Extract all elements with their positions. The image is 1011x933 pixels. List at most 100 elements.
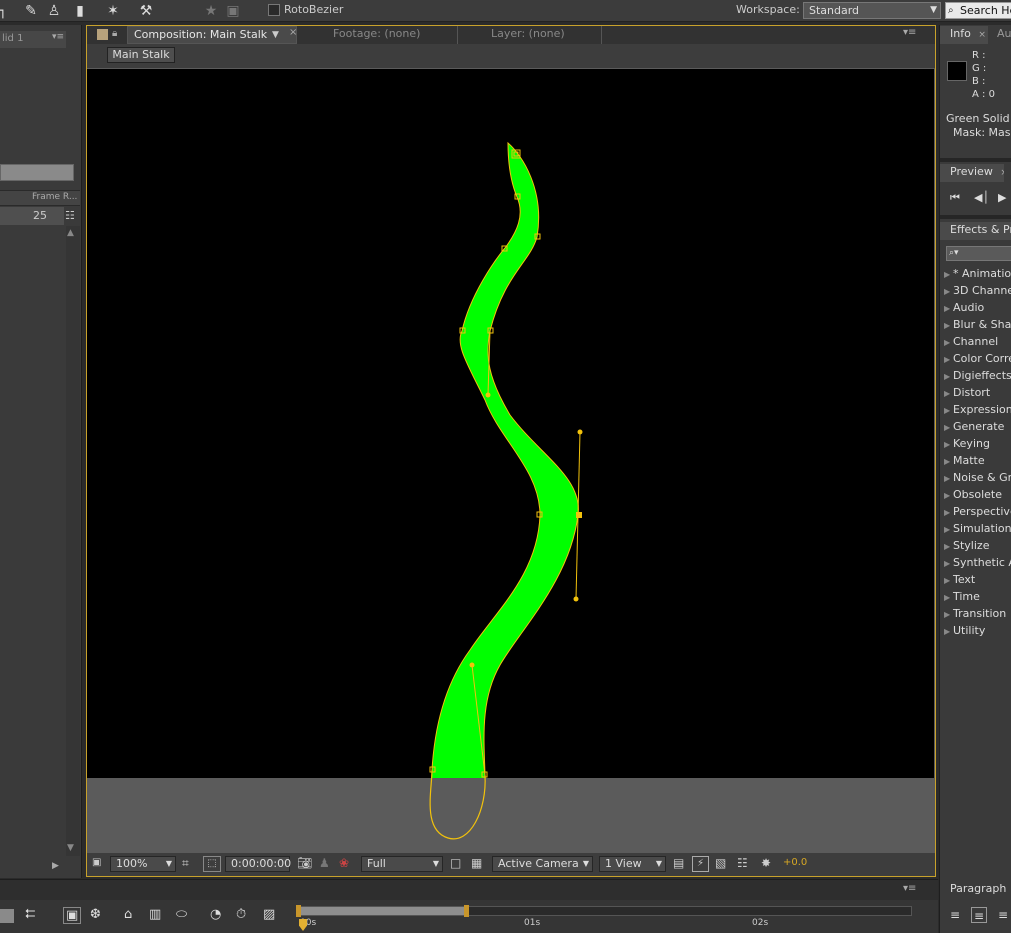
camera-select[interactable]: Active Camera ▼ [492, 856, 593, 872]
green-solid-stalk[interactable] [430, 141, 579, 839]
live-update-icon[interactable]: ▨ [263, 907, 275, 922]
transparency-grid-icon[interactable]: ▦ [471, 856, 482, 872]
brainstorm-icon[interactable]: ⬭ [176, 907, 187, 922]
close-icon[interactable]: × [1000, 168, 1004, 178]
expand-arrow-icon[interactable]: ▶ [941, 589, 953, 605]
effects-search-input[interactable]: ⌕▾ [946, 246, 1011, 261]
expand-arrow-icon[interactable]: ▶ [941, 470, 953, 486]
reset-exposure-icon[interactable]: ✸ [761, 856, 771, 872]
expand-arrow-icon[interactable]: ▶ [941, 521, 953, 537]
effects-category-label: Synthetic Aperture [953, 556, 1011, 569]
resolution-select[interactable]: Full ▼ [361, 856, 443, 872]
expand-arrow-icon[interactable]: ▶ [941, 300, 953, 316]
effects-category-item[interactable]: ▶ 3D Channel [941, 282, 1011, 299]
work-area-range[interactable] [298, 907, 468, 915]
effects-category-item[interactable]: ▶ Time [941, 588, 1011, 605]
timecode-field[interactable]: 0:00:00:00 [225, 856, 291, 872]
mask-visibility-icon[interactable]: ⬚ [203, 856, 221, 872]
expand-arrow-icon[interactable]: ▶ [941, 606, 953, 622]
expand-arrow-icon[interactable]: ▶ [941, 402, 953, 418]
effects-category-item[interactable]: ▶ Distort [941, 384, 1011, 401]
expand-arrow-icon[interactable]: ▶ [941, 334, 953, 350]
first-frame-icon[interactable]: ⏮︎ [950, 191, 960, 205]
expand-arrow-icon[interactable]: ▶ [941, 368, 953, 384]
effects-category-item[interactable]: ▶ Perspective [941, 503, 1011, 520]
expand-arrow-icon[interactable]: ▶ [941, 623, 953, 639]
expand-arrow-icon[interactable]: ▶ [941, 385, 953, 401]
region-of-interest-icon[interactable]: □ [450, 856, 461, 872]
expand-arrow-icon[interactable]: ▶ [941, 419, 953, 435]
previous-frame-icon[interactable]: ◀│ [974, 191, 989, 204]
effects-category-item[interactable]: ▶ Generate [941, 418, 1011, 435]
effects-category-item[interactable]: ▶ Text [941, 571, 1011, 588]
draft-3d-icon[interactable]: ▣ [63, 907, 82, 924]
tab-preview[interactable]: Preview × [940, 164, 1004, 182]
magnification-select[interactable]: 100% ▼ [110, 856, 176, 872]
timeline-search-swatch[interactable] [0, 909, 14, 923]
effects-category-item[interactable]: ▶Digieffects FreeForm [941, 367, 1011, 384]
align-center-icon[interactable]: ≡ [971, 907, 987, 923]
timeline-icon[interactable]: ▧ [715, 856, 726, 872]
effects-category-item[interactable]: ▶Synthetic Aperture [941, 554, 1011, 571]
safe-zones-icon[interactable]: ⌗ [182, 856, 189, 872]
expand-arrow-icon[interactable]: ▶ [941, 572, 953, 588]
always-preview-icon[interactable]: ▣ [92, 856, 101, 872]
expand-arrow-icon[interactable]: ▶ [941, 266, 953, 282]
tab-effects-presets[interactable]: Effects & Presets [940, 222, 1011, 240]
fast-previews-icon[interactable]: ⚡ [692, 856, 709, 872]
effects-category-item[interactable]: ▶Noise & Grain [941, 469, 1011, 486]
play-icon[interactable]: ▶ [998, 191, 1006, 204]
effects-category-label: Distort [953, 386, 991, 399]
work-area-end-handle[interactable] [464, 905, 469, 917]
tab-audio[interactable]: Au [989, 26, 1011, 44]
expand-arrow-icon[interactable]: ▶ [941, 351, 953, 367]
timeline-tick: 02s [752, 918, 769, 928]
snapshot-icon[interactable]: 📷︎ [297, 856, 312, 872]
graph-editor-icon[interactable]: ◔ [210, 907, 221, 922]
view-layout-select[interactable]: 1 View ▼ [599, 856, 666, 872]
effects-category-item[interactable]: ▶ Keying [941, 435, 1011, 452]
effects-category-label: 3D Channel [953, 284, 1011, 297]
mask-vertex-selected[interactable] [576, 512, 582, 518]
flowchart-icon[interactable]: ☷ [737, 856, 748, 872]
effects-category-item[interactable]: ▶Color Correction [941, 350, 1011, 367]
comp-mini-flowchart-icon[interactable]: ⮄ [25, 907, 35, 922]
tab-info[interactable]: Info × [940, 26, 988, 44]
expand-arrow-icon[interactable]: ▶ [941, 538, 953, 554]
align-right-icon[interactable]: ≡ [995, 907, 1011, 923]
tab-paragraph[interactable]: Paragraph [940, 880, 1011, 898]
channel-icon[interactable]: ❀ [339, 856, 349, 872]
expand-arrow-icon[interactable]: ▶ [941, 504, 953, 520]
shy-layers-icon[interactable]: ❆ [90, 907, 101, 922]
effects-category-label: Transition [953, 607, 1007, 620]
expand-arrow-icon[interactable]: ▶ [941, 453, 953, 469]
effects-category-item[interactable]: ▶* Animation Presets [941, 265, 1011, 282]
effects-category-label: * Animation Presets [953, 267, 1011, 280]
show-snapshot-icon[interactable]: ♟ [319, 856, 330, 872]
close-icon[interactable]: × [978, 30, 986, 40]
effects-category-item[interactable]: ▶ Obsolete [941, 486, 1011, 503]
panel-menu-icon[interactable]: ▾≡ [903, 883, 916, 894]
effects-category-item[interactable]: ▶ Channel [941, 333, 1011, 350]
effects-category-item[interactable]: ▶ Simulation [941, 520, 1011, 537]
align-left-icon[interactable]: ≡ [947, 907, 963, 923]
expand-arrow-icon[interactable]: ▶ [941, 436, 953, 452]
expand-arrow-icon[interactable]: ▶ [941, 555, 953, 571]
toggle-pixel-aspect-icon[interactable]: ▤ [673, 856, 684, 872]
effects-category-item[interactable]: ▶ Audio [941, 299, 1011, 316]
effects-category-item[interactable]: ▶Expression Controls [941, 401, 1011, 418]
work-area-start-handle[interactable] [296, 905, 301, 917]
effects-category-item[interactable]: ▶ Matte [941, 452, 1011, 469]
expand-arrow-icon[interactable]: ▶ [941, 283, 953, 299]
effects-category-item[interactable]: ▶Blur & Sharpen [941, 316, 1011, 333]
exposure-value[interactable]: +0.0 [783, 857, 807, 868]
effects-category-item[interactable]: ▶ Stylize [941, 537, 1011, 554]
effects-category-label: Digieffects FreeForm [953, 369, 1011, 382]
effects-category-item[interactable]: ▶ Transition [941, 605, 1011, 622]
expand-arrow-icon[interactable]: ▶ [941, 317, 953, 333]
motion-blur-icon[interactable]: ▥ [149, 907, 161, 922]
frame-blending-icon[interactable]: ⌂ [124, 907, 132, 922]
effects-category-item[interactable]: ▶ Utility [941, 622, 1011, 639]
stopwatch-icon[interactable]: ⏱︎ [236, 907, 246, 922]
expand-arrow-icon[interactable]: ▶ [941, 487, 953, 503]
